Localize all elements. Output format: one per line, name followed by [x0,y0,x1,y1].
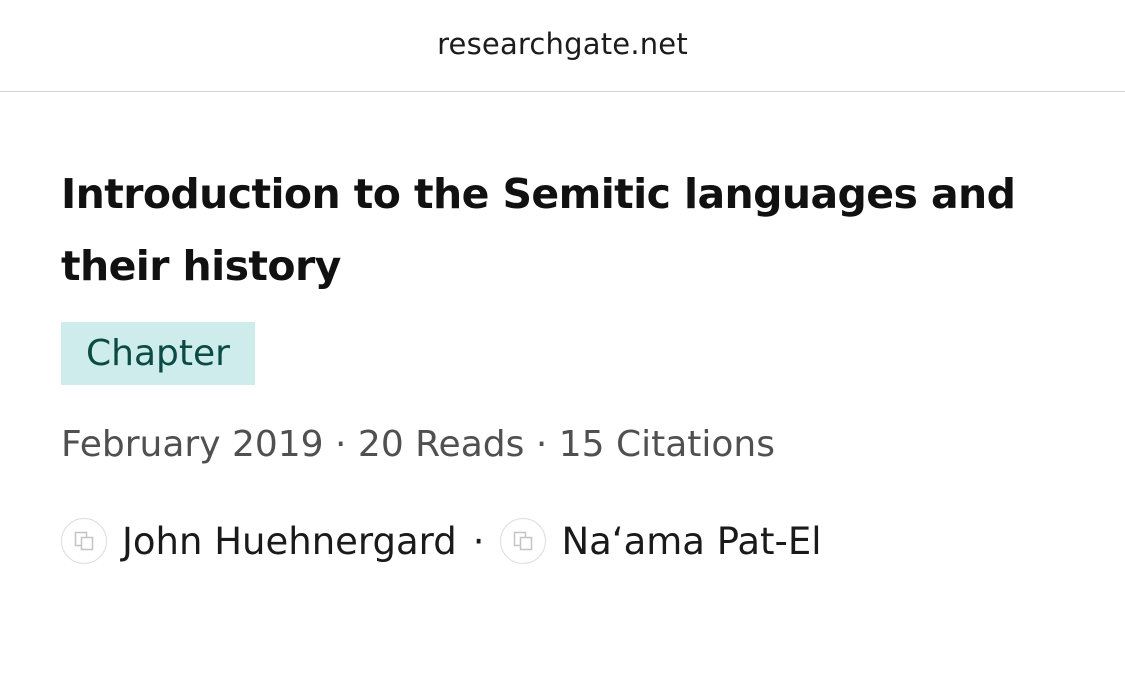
placeholder-avatar-icon[interactable] [500,518,547,564]
avatar-placeholder-glyph [514,531,533,551]
author-name[interactable]: Na‘ama Pat-El [561,520,821,563]
url-text[interactable]: researchgate.net [0,27,1125,61]
publication-header: Introduction to the Semitic languages an… [61,158,1081,564]
author-list: John Huehnergard · Na‘ama Pat-El [61,516,822,566]
browser-address-bar[interactable]: researchgate.net [0,0,1125,92]
publication-type-badge: Chapter [61,322,255,385]
author-name[interactable]: John Huehnergard [122,520,457,563]
publication-title: Introduction to the Semitic languages an… [61,170,1016,290]
placeholder-avatar-icon[interactable] [61,518,107,564]
avatar-placeholder-glyph [74,531,94,551]
author-separator: · [472,519,485,563]
publication-meta: February 2019 · 20 Reads · 15 Citations [61,424,775,465]
